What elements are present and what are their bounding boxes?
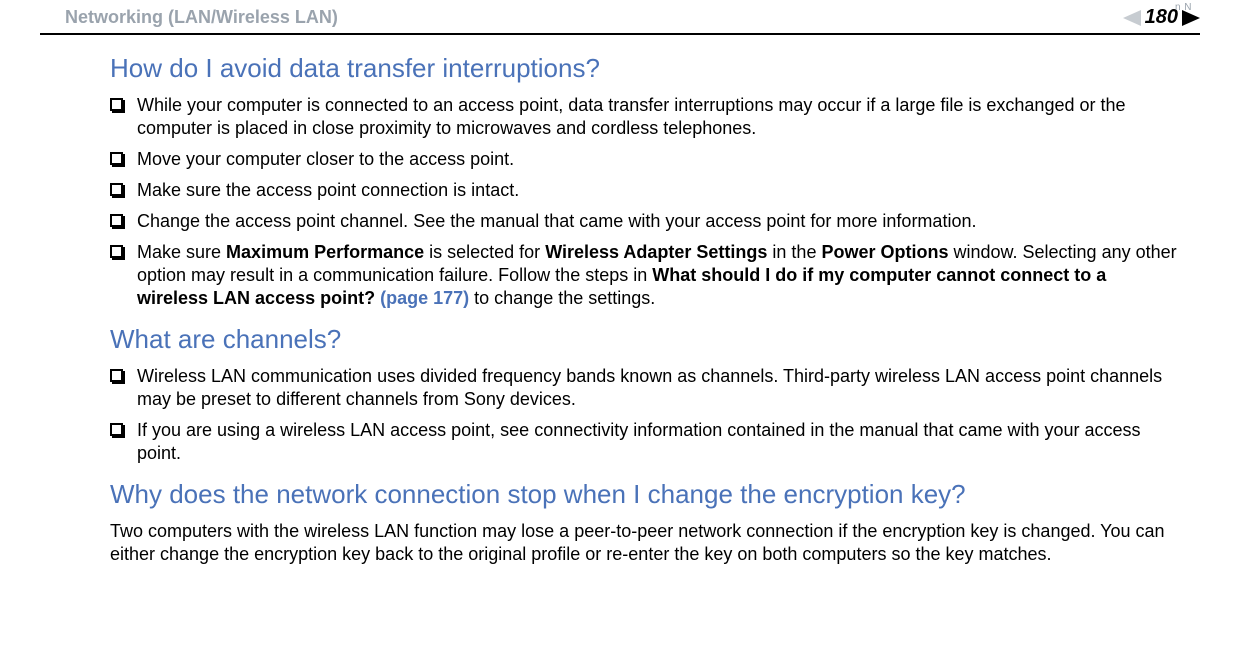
bullet-list-channels: Wireless LAN communication uses divided … bbox=[110, 365, 1180, 465]
bullet-text: Make sure the access point connection is… bbox=[137, 179, 1180, 202]
square-bullet-icon bbox=[110, 183, 123, 196]
page-n-label: n N bbox=[1175, 2, 1192, 13]
heading-interruptions: How do I avoid data transfer interruptio… bbox=[110, 53, 1180, 84]
list-item: Move your computer closer to the access … bbox=[110, 148, 1180, 171]
list-item: Change the access point channel. See the… bbox=[110, 210, 1180, 233]
bullet-text: Make sure Maximum Performance is selecte… bbox=[137, 241, 1180, 310]
page-root: Networking (LAN/Wireless LAN) 180 n N Ho… bbox=[0, 0, 1240, 592]
heading-encryption-key: Why does the network connection stop whe… bbox=[110, 479, 1180, 510]
paragraph-encryption: Two computers with the wireless LAN func… bbox=[110, 520, 1180, 566]
bullet-text: Wireless LAN communication uses divided … bbox=[137, 365, 1180, 411]
bullet-text: Change the access point channel. See the… bbox=[137, 210, 1180, 233]
square-bullet-icon bbox=[110, 98, 123, 111]
header-divider bbox=[40, 33, 1200, 35]
square-bullet-icon bbox=[110, 214, 123, 227]
list-item: If you are using a wireless LAN access p… bbox=[110, 419, 1180, 465]
breadcrumb[interactable]: Networking (LAN/Wireless LAN) bbox=[65, 7, 338, 28]
list-item: Wireless LAN communication uses divided … bbox=[110, 365, 1180, 411]
list-item: While your computer is connected to an a… bbox=[110, 94, 1180, 140]
content-area: How do I avoid data transfer interruptio… bbox=[0, 53, 1240, 566]
list-item: Make sure the access point connection is… bbox=[110, 179, 1180, 202]
bullet-text: While your computer is connected to an a… bbox=[137, 94, 1180, 140]
square-bullet-icon bbox=[110, 423, 123, 436]
list-item: Make sure Maximum Performance is selecte… bbox=[110, 241, 1180, 310]
page-number: 180 bbox=[1145, 6, 1178, 29]
top-bar: Networking (LAN/Wireless LAN) 180 bbox=[0, 0, 1240, 33]
bullet-list-interruptions: While your computer is connected to an a… bbox=[110, 94, 1180, 310]
bullet-text: If you are using a wireless LAN access p… bbox=[137, 419, 1180, 465]
square-bullet-icon bbox=[110, 369, 123, 382]
heading-channels: What are channels? bbox=[110, 324, 1180, 355]
square-bullet-icon bbox=[110, 245, 123, 258]
bullet-text: Move your computer closer to the access … bbox=[137, 148, 1180, 171]
square-bullet-icon bbox=[110, 152, 123, 165]
page-link[interactable]: (page 177) bbox=[380, 288, 469, 308]
prev-page-arrow-icon[interactable] bbox=[1123, 10, 1141, 26]
